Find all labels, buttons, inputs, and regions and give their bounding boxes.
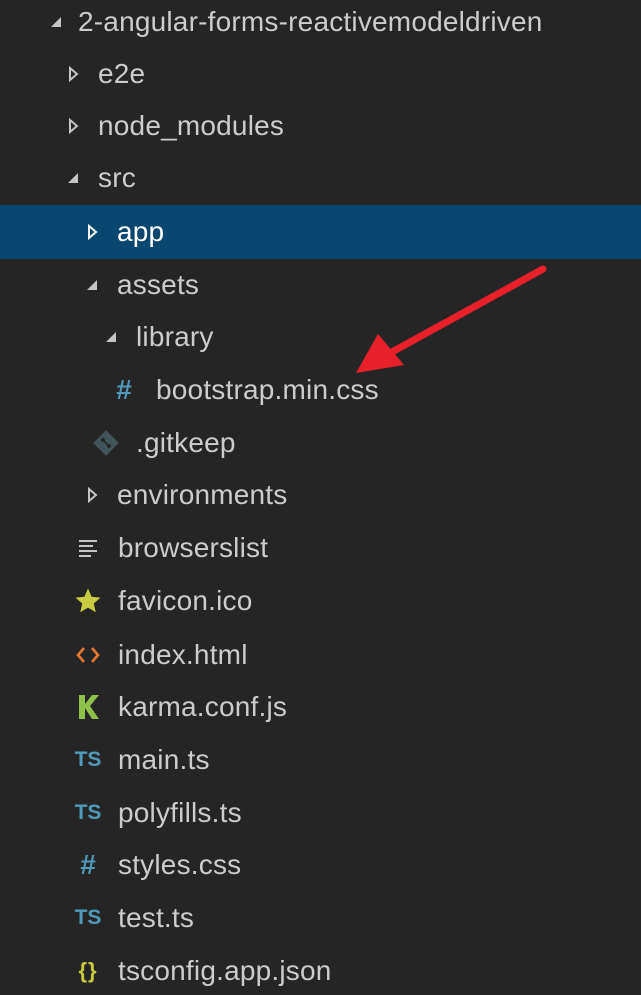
tree-item-label: environments bbox=[117, 479, 288, 510]
star-icon bbox=[72, 585, 104, 617]
tree-item-label: favicon.ico bbox=[118, 585, 253, 616]
tree-item-label: e2e bbox=[98, 58, 146, 89]
tree-item-label: .gitkeep bbox=[136, 427, 236, 458]
tree-folder-environments[interactable]: environments bbox=[0, 469, 641, 521]
typescript-icon: TS bbox=[74, 906, 102, 929]
tree-file-polyfills-ts[interactable]: TS polyfills.ts bbox=[0, 787, 641, 839]
typescript-icon: TS bbox=[74, 801, 102, 824]
tree-file-favicon-ico[interactable]: favicon.ico bbox=[0, 575, 641, 627]
tree-item-label: bootstrap.min.css bbox=[156, 374, 379, 405]
tree-item-label: src bbox=[98, 162, 136, 193]
tree-item-label: app bbox=[117, 216, 165, 247]
tree-file-styles-css[interactable]: # styles.css bbox=[0, 839, 641, 891]
tree-folder-node-modules[interactable]: node_modules bbox=[0, 100, 641, 152]
collapsed-caret-icon[interactable] bbox=[63, 64, 83, 84]
expanded-caret-icon[interactable] bbox=[82, 275, 102, 295]
tree-folder-library[interactable]: library bbox=[0, 311, 641, 363]
expanded-caret-icon[interactable] bbox=[63, 168, 83, 188]
tree-file-bootstrap-min-css[interactable]: # bootstrap.min.css bbox=[0, 364, 641, 416]
tree-item-label: karma.conf.js bbox=[118, 691, 288, 722]
lines-icon bbox=[72, 532, 104, 564]
tree-root-label: 2-angular-forms-reactivemodeldriven bbox=[78, 6, 543, 37]
typescript-icon: TS bbox=[74, 748, 102, 771]
tree-item-label: main.ts bbox=[118, 744, 210, 775]
tree-file-gitkeep[interactable]: .gitkeep bbox=[0, 417, 641, 469]
tree-file-karma-conf-js[interactable]: karma.conf.js bbox=[0, 681, 641, 733]
collapsed-caret-icon[interactable] bbox=[82, 222, 102, 242]
tree-file-browserslist[interactable]: browserslist bbox=[0, 522, 641, 574]
tree-item-label: styles.css bbox=[118, 849, 242, 880]
tree-folder-assets[interactable]: assets bbox=[0, 259, 641, 311]
json-braces-icon: {} bbox=[78, 958, 98, 983]
karma-icon bbox=[72, 691, 104, 723]
tree-item-label: test.ts bbox=[118, 902, 195, 933]
tree-item-label: node_modules bbox=[98, 110, 285, 141]
tree-file-index-html[interactable]: index.html bbox=[0, 629, 641, 681]
collapsed-caret-icon[interactable] bbox=[82, 485, 102, 505]
tree-folder-app[interactable]: app bbox=[0, 205, 641, 259]
hash-icon: # bbox=[80, 849, 96, 880]
tree-item-label: tsconfig.app.json bbox=[118, 955, 332, 986]
tree-item-label: polyfills.ts bbox=[118, 797, 242, 828]
code-brackets-icon bbox=[72, 639, 104, 671]
tree-file-tsconfig-app-json[interactable]: {} tsconfig.app.json bbox=[0, 945, 641, 995]
tree-file-test-ts[interactable]: TS test.ts bbox=[0, 892, 641, 944]
tree-item-label: library bbox=[136, 321, 214, 352]
hash-icon: # bbox=[116, 374, 132, 405]
expanded-caret-icon[interactable] bbox=[101, 327, 121, 347]
tree-item-label: browserslist bbox=[118, 532, 269, 563]
tree-folder-e2e[interactable]: e2e bbox=[0, 48, 641, 100]
tree-file-main-ts[interactable]: TS main.ts bbox=[0, 734, 641, 786]
file-explorer: 2-angular-forms-reactivemodeldriven e2e … bbox=[0, 0, 641, 995]
tree-item-label: assets bbox=[117, 269, 200, 300]
tree-folder-src[interactable]: src bbox=[0, 152, 641, 204]
expanded-caret-icon[interactable] bbox=[46, 12, 66, 32]
tree-item-label: index.html bbox=[118, 639, 248, 670]
collapsed-caret-icon[interactable] bbox=[63, 116, 83, 136]
tree-root-folder[interactable]: 2-angular-forms-reactivemodeldriven bbox=[0, 0, 641, 48]
git-icon bbox=[90, 427, 122, 459]
